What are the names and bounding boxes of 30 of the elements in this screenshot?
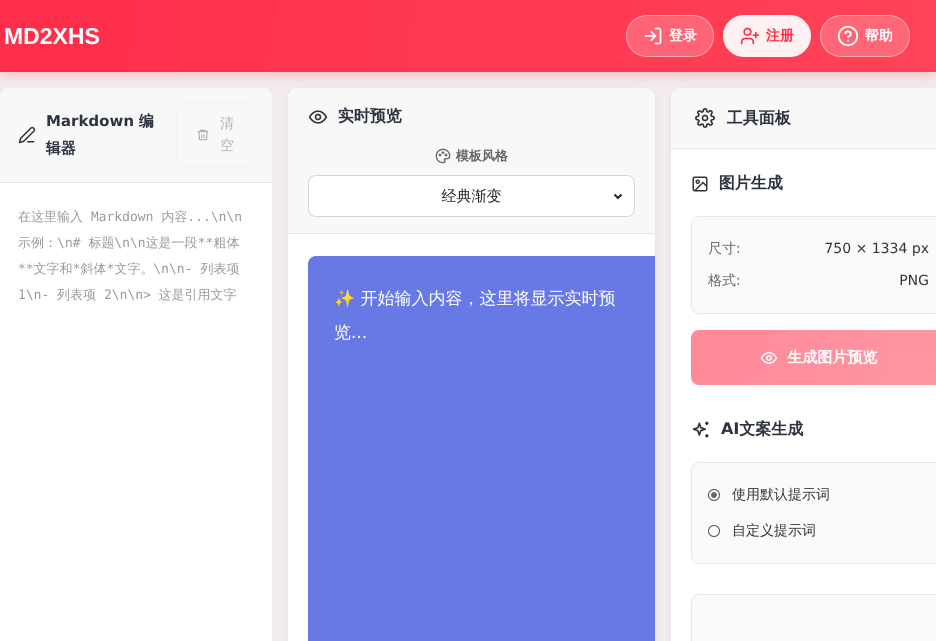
help-icon xyxy=(837,25,859,47)
sparkles-icon xyxy=(691,420,711,440)
trash-icon xyxy=(196,128,210,142)
spec-value: 750 × 1334 px xyxy=(824,240,929,259)
panel-title: 实时预览 xyxy=(338,106,402,127)
palette-icon xyxy=(435,148,451,164)
preview-message: ✨ 开始输入内容，这里将显示实时预览... xyxy=(334,288,616,345)
panel-title: 工具面板 xyxy=(727,108,791,128)
panel-title: Markdown 编辑器 xyxy=(46,111,156,159)
login-icon xyxy=(643,26,663,46)
user-plus-icon xyxy=(740,26,760,46)
header-button[interactable]: 注册 xyxy=(723,15,811,57)
template-select[interactable]: 经典渐变 xyxy=(308,175,635,217)
template-label: 模板风格 xyxy=(456,148,508,165)
header-button[interactable]: 登录 xyxy=(626,15,714,57)
app-title: MD2XHS xyxy=(4,22,100,50)
markdown-input[interactable]: 在这里输入 Markdown 内容...\n\n示例：\n# 标题\n\n这是一段**粗体**文字和*斜体*文字。\n\n- 列表项 1\n- 列表项 2\n\n> 这是引用文字 xyxy=(0,183,272,641)
section-title: 图片生成 xyxy=(719,173,783,194)
spec-label: 格式: xyxy=(708,272,741,291)
header-button[interactable]: 帮助 xyxy=(820,15,910,57)
section-title: AI文案生成 xyxy=(721,419,804,440)
radio-button[interactable] xyxy=(708,525,720,537)
spec-value: PNG xyxy=(899,272,929,291)
pencil-icon xyxy=(18,126,36,144)
spec-label: 尺寸: xyxy=(708,240,741,259)
image-icon xyxy=(691,174,709,192)
settings-icon xyxy=(695,108,715,128)
radio-button[interactable] xyxy=(708,489,720,501)
prompt-option[interactable]: 使用默认提示词 xyxy=(708,477,929,513)
prompt-option[interactable]: 自定义提示词 xyxy=(708,513,929,549)
